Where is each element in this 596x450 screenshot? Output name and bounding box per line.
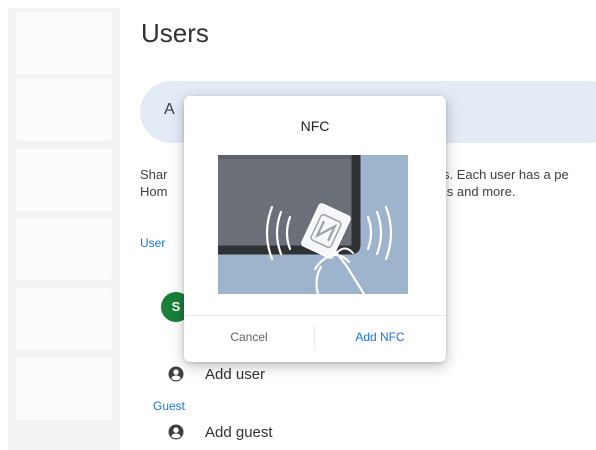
sidebar-tile-2[interactable]: [16, 79, 112, 141]
sidebar-tile-6[interactable]: [16, 358, 112, 420]
add-nfc-button[interactable]: Add NFC: [320, 325, 440, 349]
users-section-header: User: [140, 236, 166, 250]
desc-line2-left: Hom: [140, 184, 168, 199]
sidebar: [8, 8, 120, 450]
add-guest-label: Add guest: [205, 423, 273, 441]
desc-line1-left: Shar: [140, 167, 168, 182]
sidebar-tile-1[interactable]: [16, 12, 112, 74]
banner-text: A: [164, 101, 175, 118]
guest-section-header: Guest: [153, 399, 186, 413]
button-divider: [314, 325, 315, 349]
sidebar-tile-3[interactable]: [16, 149, 112, 211]
nfc-dialog: NFC Cancel Add NFC: [184, 96, 446, 362]
account-circle-icon: [168, 366, 184, 382]
page-title: Users: [141, 18, 209, 48]
sidebar-tile-4[interactable]: [16, 218, 112, 280]
add-user-label: Add user: [205, 365, 266, 383]
settings-screen: Users A Shar ers. Each user has a pe Hom i…: [8, 8, 596, 450]
add-guest-row[interactable]: Add guest: [167, 421, 273, 443]
nfc-card-tap-icon: [218, 155, 408, 294]
add-user-row[interactable]: Add user: [167, 363, 265, 385]
cancel-button[interactable]: Cancel: [189, 325, 309, 349]
dialog-title: NFC: [300, 118, 330, 134]
desc-line1-right: ers. Each user has a pe: [431, 167, 569, 182]
account-circle-icon: [168, 424, 184, 440]
dialog-divider: [184, 315, 446, 316]
sidebar-tile-5[interactable]: [16, 288, 112, 350]
